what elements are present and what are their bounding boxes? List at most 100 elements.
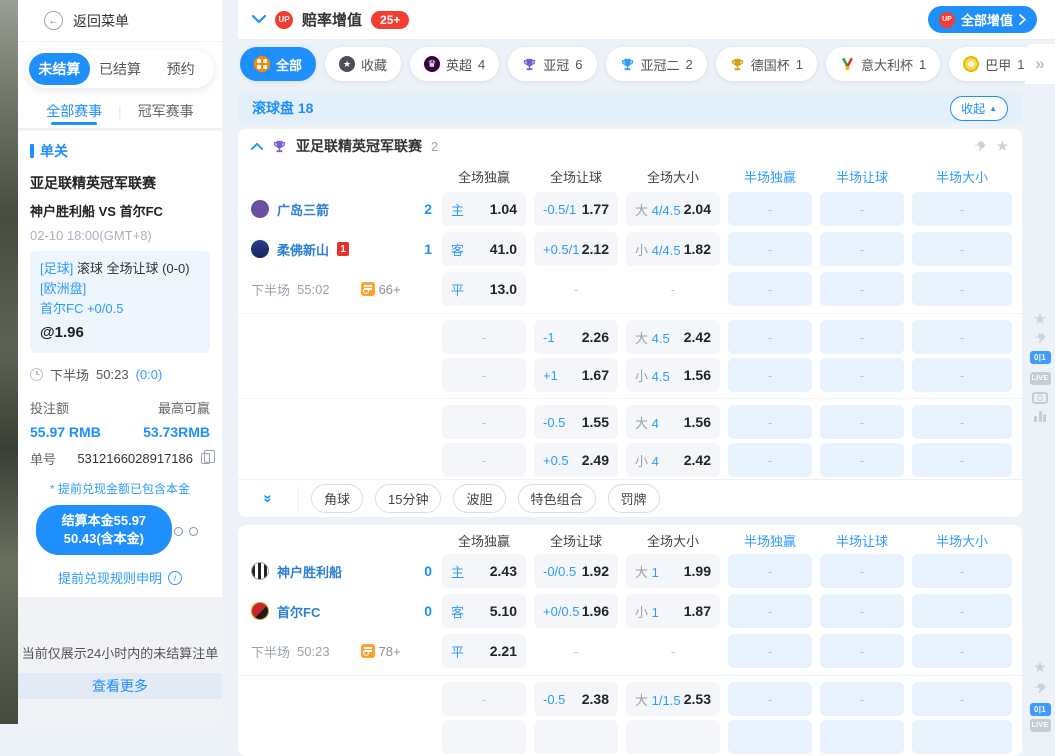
tab-acl[interactable]: 亚冠 6 xyxy=(508,47,596,81)
odds-cell-under[interactable]: 小 4.51.56 xyxy=(626,358,720,392)
odds-cell-over[interactable]: 大 4.52.42 xyxy=(626,320,720,354)
match1-stream-icon[interactable] xyxy=(1029,392,1051,404)
boost-count[interactable]: 78+ xyxy=(361,644,401,659)
odds-cell-empty[interactable]: - xyxy=(728,554,812,588)
odds-cell-empty[interactable]: - xyxy=(820,443,904,477)
odds-cell-empty[interactable]: - xyxy=(442,358,526,392)
match1-star-icon[interactable] xyxy=(1029,312,1051,327)
odds-cell-handicap[interactable]: -0.51.55 xyxy=(534,405,618,439)
col-header[interactable]: 半场让球 xyxy=(820,531,904,550)
tab-premier-league[interactable]: 英超 4 xyxy=(410,47,499,81)
odds-cell-under[interactable]: 小 4/4.51.82 xyxy=(626,232,720,266)
team-cell[interactable]: 神户胜利船 0 xyxy=(238,562,434,581)
odds-cell-empty[interactable]: - xyxy=(912,443,1012,477)
odds-cell-empty[interactable]: - xyxy=(442,443,526,477)
odds-cell-away-win[interactable]: 客5.10 xyxy=(442,594,526,628)
pin-icon[interactable] xyxy=(974,140,987,153)
expand-double-chevron-icon[interactable]: » xyxy=(238,490,298,507)
odds-cell-over[interactable]: 大 4/4.52.04 xyxy=(626,192,720,226)
odds-cell-handicap[interactable]: +0.52.49 xyxy=(534,443,618,477)
odds-cell-empty[interactable] xyxy=(728,720,812,754)
odds-cell-empty[interactable] xyxy=(442,720,526,754)
back-bar[interactable]: 返回菜单 xyxy=(18,0,222,42)
odds-cell-away-win[interactable]: 客41.0 xyxy=(442,232,526,266)
col-header[interactable]: 半场独赢 xyxy=(728,531,812,550)
odds-cell-empty[interactable]: - xyxy=(820,272,904,306)
odds-cell-empty[interactable]: - xyxy=(912,405,1012,439)
odds-cell-handicap-away[interactable]: +0/0.51.96 xyxy=(534,594,618,628)
odds-cell-empty[interactable]: - xyxy=(912,634,1012,668)
market-tab-cards[interactable]: 罚牌 xyxy=(608,484,660,513)
tab-favorites[interactable]: 收藏 xyxy=(325,47,401,81)
match1-stats-icon[interactable] xyxy=(1029,411,1051,422)
tab-dfb-pokal[interactable]: 德国杯 1 xyxy=(716,47,817,81)
subtab-all-events[interactable]: 全部赛事 xyxy=(30,94,118,128)
odds-cell-empty[interactable]: - xyxy=(912,320,1012,354)
odds-cell-draw[interactable]: 平13.0 xyxy=(442,272,526,306)
odds-cell-empty[interactable]: - xyxy=(728,232,812,266)
odds-cell-empty[interactable]: - xyxy=(820,594,904,628)
market-tab-corners[interactable]: 角球 xyxy=(311,484,363,513)
odds-cell-empty[interactable]: - xyxy=(728,192,812,226)
chevron-up-icon[interactable] xyxy=(251,142,263,150)
odds-cell-empty[interactable]: - xyxy=(442,682,526,716)
odds-cell-empty[interactable]: - xyxy=(728,320,812,354)
odds-cell-empty[interactable]: - xyxy=(820,682,904,716)
odds-cell-over[interactable]: 大 41.56 xyxy=(626,405,720,439)
odds-cell-empty[interactable] xyxy=(820,720,904,754)
odds-cell-empty[interactable]: - xyxy=(820,232,904,266)
match2-star-icon[interactable] xyxy=(1029,660,1051,675)
odds-cell-handicap[interactable]: -12.26 xyxy=(534,320,618,354)
odds-cell-empty[interactable]: - xyxy=(728,594,812,628)
market-tab-specials[interactable]: 特色组合 xyxy=(518,484,596,513)
tab-settled[interactable]: 已结算 xyxy=(90,53,151,85)
odds-cell-empty[interactable]: - xyxy=(820,634,904,668)
market-tab-15min[interactable]: 15分钟 xyxy=(375,484,441,513)
odds-cell-empty[interactable]: - xyxy=(820,405,904,439)
tab-reserved[interactable]: 预约 xyxy=(150,53,211,85)
chevron-down-icon[interactable] xyxy=(252,11,266,29)
odds-cell-empty[interactable]: - xyxy=(912,554,1012,588)
view-more-link[interactable]: 查看更多 xyxy=(18,673,222,699)
odds-cell-handicap[interactable]: +11.67 xyxy=(534,358,618,392)
tab-unsettled[interactable]: 未结算 xyxy=(29,53,90,85)
subtab-champion-events[interactable]: 冠军赛事 xyxy=(122,94,210,128)
col-header[interactable]: 半场大小 xyxy=(912,167,1012,186)
collapse-button[interactable]: 收起 ▲ xyxy=(950,96,1008,121)
odds-cell-empty[interactable]: - xyxy=(820,320,904,354)
tab-acl2[interactable]: 亚冠二 2 xyxy=(606,47,707,81)
team-cell[interactable]: 柔佛新山 1 1 xyxy=(238,240,434,259)
odds-cell-handicap-home[interactable]: -0.5/11.77 xyxy=(534,192,618,226)
odds-cell-empty[interactable]: - xyxy=(820,554,904,588)
odds-cell-empty[interactable]: - xyxy=(442,320,526,354)
copy-icon[interactable] xyxy=(201,453,210,464)
odds-cell-empty[interactable]: - xyxy=(442,405,526,439)
star-icon[interactable] xyxy=(996,139,1009,154)
cashout-button[interactable]: 结算本金55.97 50.43(含本金) xyxy=(36,505,172,555)
odds-cell-handicap[interactable]: -0.52.38 xyxy=(534,682,618,716)
odds-cell-empty[interactable]: - xyxy=(728,443,812,477)
team-cell[interactable]: 广岛三箭 2 xyxy=(238,200,434,219)
tab-coppa-italia[interactable]: 意大利杯 1 xyxy=(826,47,940,81)
odds-cell-empty[interactable]: - xyxy=(912,232,1012,266)
odds-cell-handicap-home[interactable]: -0/0.51.92 xyxy=(534,554,618,588)
odds-cell-draw[interactable]: 平2.21 xyxy=(442,634,526,668)
market-tab-correct-score[interactable]: 波胆 xyxy=(453,484,505,513)
odds-cell-empty[interactable]: - xyxy=(820,192,904,226)
odds-cell-empty[interactable]: - xyxy=(912,192,1012,226)
odds-cell-empty[interactable]: - xyxy=(912,272,1012,306)
tab-all-leagues[interactable]: 全部 xyxy=(240,47,316,81)
col-header[interactable]: 半场独赢 xyxy=(728,167,812,186)
odds-cell-empty[interactable] xyxy=(534,720,618,754)
odds-cell-empty[interactable]: - xyxy=(912,594,1012,628)
odds-cell-home-win[interactable]: 主1.04 xyxy=(442,192,526,226)
match2-pin-icon[interactable] xyxy=(1029,682,1051,695)
odds-cell-empty[interactable]: - xyxy=(728,272,812,306)
odds-cell-over[interactable]: 大 1/1.52.53 xyxy=(626,682,720,716)
odds-cell-empty[interactable]: - xyxy=(728,405,812,439)
all-boost-button[interactable]: UP 全部增值 xyxy=(928,6,1037,33)
odds-cell-empty[interactable]: - xyxy=(912,358,1012,392)
odds-cell-under[interactable]: 小 11.87 xyxy=(626,594,720,628)
odds-cell-under[interactable]: 小 42.42 xyxy=(626,443,720,477)
team-cell[interactable]: 首尔FC 0 xyxy=(238,602,434,621)
